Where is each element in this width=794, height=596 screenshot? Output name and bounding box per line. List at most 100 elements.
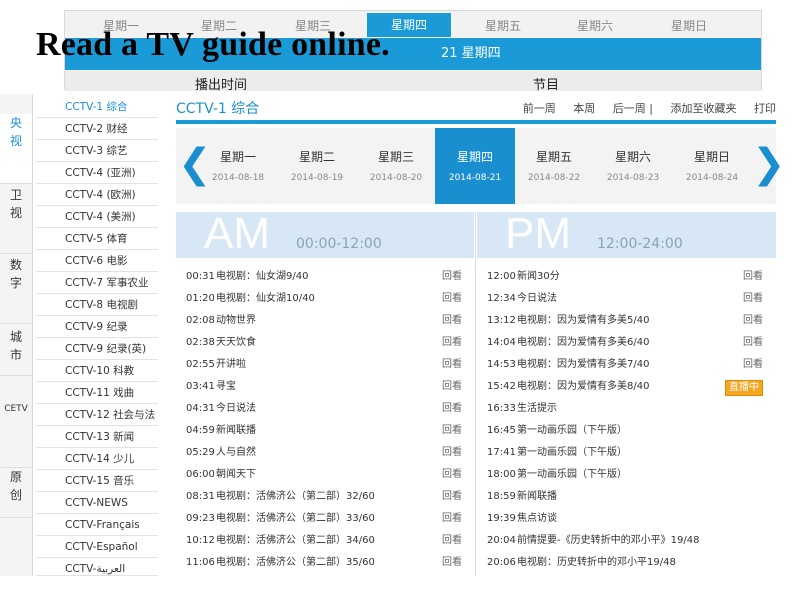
program-name[interactable]: 新闻联播 <box>216 420 256 442</box>
program-time: 19:39 <box>487 513 516 524</box>
outer-tab-sat[interactable]: 星期六 <box>553 14 637 38</box>
channel-item[interactable]: CCTV-6 电影 <box>36 250 158 272</box>
program-name[interactable]: 今日说法 <box>517 288 557 310</box>
program-name[interactable]: 寻宝 <box>216 376 236 398</box>
program-name[interactable]: 新闻30分 <box>517 266 560 288</box>
schedule-row: 09:23 电视剧：活佛济公（第二部）33/60 回看 <box>176 508 472 530</box>
replay-link[interactable]: 回看 <box>442 420 462 442</box>
replay-link[interactable]: 回看 <box>743 310 763 332</box>
next-week-link[interactable]: 后一周 | <box>613 102 653 115</box>
replay-link[interactable]: 回看 <box>442 530 462 552</box>
channel-item[interactable]: CCTV-14 少儿 <box>36 448 158 470</box>
program-name[interactable]: 动物世界 <box>216 310 256 332</box>
replay-link[interactable]: 回看 <box>442 332 462 354</box>
channel-item[interactable]: CCTV-10 科教 <box>36 360 158 382</box>
nav-digital[interactable]: 数字 <box>0 254 32 324</box>
channel-item[interactable]: CCTV-12 社会与法 <box>36 404 158 426</box>
day-thu[interactable]: 星期四 2014-08-21 <box>435 128 515 204</box>
channel-item[interactable]: CCTV-11 戏曲 <box>36 382 158 404</box>
program-name[interactable]: 人与自然 <box>216 442 256 464</box>
program-time: 02:55 <box>186 359 215 370</box>
channel-item[interactable]: CCTV-9 纪录 <box>36 316 158 338</box>
program-name[interactable]: 第一动画乐园（下午版） <box>517 442 627 464</box>
program-name[interactable]: 电视剧：因为爱情有多美5/40 <box>517 310 649 332</box>
program-name[interactable]: 电视剧：仙女湖9/40 <box>216 266 308 288</box>
program-name[interactable]: 焦点访谈 <box>517 508 557 530</box>
replay-link[interactable]: 回看 <box>743 332 763 354</box>
program-name[interactable]: 开讲啦 <box>216 354 246 376</box>
program-name[interactable]: 生活提示 <box>517 398 557 420</box>
channel-item[interactable]: CCTV-7 军事农业 <box>36 272 158 294</box>
nav-satellite[interactable]: 卫视 <box>0 184 32 254</box>
program-name[interactable]: 电视剧：仙女湖10/40 <box>216 288 315 310</box>
replay-link[interactable]: 回看 <box>442 486 462 508</box>
replay-link[interactable]: 回看 <box>442 398 462 420</box>
print-link[interactable]: 打印 <box>754 102 776 115</box>
program-name[interactable]: 电视剧：历史转折中的邓小平19/48 <box>517 552 676 574</box>
replay-link[interactable]: 回看 <box>442 464 462 486</box>
day-wed[interactable]: 星期三 2014-08-20 <box>356 128 436 204</box>
channel-item[interactable]: CCTV-Español <box>36 536 158 558</box>
program-name[interactable]: 天天饮食 <box>216 332 256 354</box>
program-name[interactable]: 电视剧：活佛济公（第二部）32/60 <box>216 486 375 508</box>
channel-item[interactable]: CCTV-4 (欧洲) <box>36 184 158 206</box>
outer-tab-sun[interactable]: 星期日 <box>647 14 731 38</box>
day-sun[interactable]: 星期日 2014-08-24 <box>672 128 752 204</box>
channel-item[interactable]: CCTV-Français <box>36 514 158 536</box>
replay-link[interactable]: 回看 <box>442 310 462 332</box>
day-mon[interactable]: 星期一 2014-08-18 <box>198 128 278 204</box>
add-favorite-link[interactable]: 添加至收藏夹 <box>671 102 737 115</box>
program-name[interactable]: 电视剧：活佛济公（第二部）35/60 <box>216 552 375 574</box>
program-name[interactable]: 电视剧：因为爱情有多美8/40 <box>517 376 649 398</box>
channel-item[interactable]: CCTV-3 综艺 <box>36 140 158 162</box>
replay-link[interactable]: 回看 <box>743 288 763 310</box>
nav-cetv[interactable]: CETV <box>0 376 32 468</box>
prev-week-link[interactable]: 前一周 <box>523 102 556 115</box>
program-name[interactable]: 第一动画乐园（下午版） <box>517 420 627 442</box>
channel-item[interactable]: CCTV-13 新闻 <box>36 426 158 448</box>
channel-item[interactable]: CCTV-8 电视剧 <box>36 294 158 316</box>
schedule-row: 16:45 第一动画乐园（下午版） <box>477 420 773 442</box>
day-fri[interactable]: 星期五 2014-08-22 <box>514 128 594 204</box>
channel-item[interactable]: CCTV-5 体育 <box>36 228 158 250</box>
program-name[interactable]: 今日说法 <box>216 398 256 420</box>
replay-link[interactable]: 回看 <box>743 354 763 376</box>
day-name: 星期一 <box>219 150 256 164</box>
outer-tab-fri[interactable]: 星期五 <box>461 14 545 38</box>
replay-link[interactable]: 回看 <box>442 552 462 574</box>
program-name[interactable]: 电视剧：活佛济公（第二部）34/60 <box>216 530 375 552</box>
nav-city[interactable]: 城市 <box>0 324 32 376</box>
program-name[interactable]: 第一动画乐园（下午版） <box>517 464 627 486</box>
channel-item[interactable]: CCTV-9 纪录(英) <box>36 338 158 360</box>
program-time: 20:04 <box>487 535 516 546</box>
channel-item[interactable]: CCTV-4 (美洲) <box>36 206 158 228</box>
channel-item[interactable]: CCTV-4 (亚洲) <box>36 162 158 184</box>
next-arrow-icon[interactable]: ❯ <box>752 144 786 184</box>
col-program: 节目 <box>533 78 560 93</box>
channel-item[interactable]: CCTV-15 音乐 <box>36 470 158 492</box>
nav-cctv[interactable]: 央视 <box>0 114 32 184</box>
program-name[interactable]: 朝闻天下 <box>216 464 256 486</box>
day-name: 星期日 <box>693 150 730 164</box>
program-name[interactable]: 电视剧：因为爱情有多美6/40 <box>517 332 649 354</box>
program-name[interactable]: 电视剧：因为爱情有多美7/40 <box>517 354 649 376</box>
live-badge[interactable]: 直播中 <box>725 380 763 396</box>
replay-link[interactable]: 回看 <box>442 442 462 464</box>
day-tue[interactable]: 星期二 2014-08-19 <box>277 128 357 204</box>
replay-link[interactable]: 回看 <box>743 266 763 288</box>
nav-original[interactable]: 原创 <box>0 468 32 518</box>
replay-link[interactable]: 回看 <box>442 288 462 310</box>
program-name[interactable]: 电视剧：活佛济公（第二部）33/60 <box>216 508 375 530</box>
replay-link[interactable]: 回看 <box>442 508 462 530</box>
replay-link[interactable]: 回看 <box>442 354 462 376</box>
replay-link[interactable]: 回看 <box>442 376 462 398</box>
day-sat[interactable]: 星期六 2014-08-23 <box>593 128 673 204</box>
channel-item[interactable]: CCTV-2 财经 <box>36 118 158 140</box>
channel-item[interactable]: CCTV-1 综合 <box>36 96 158 118</box>
replay-link[interactable]: 回看 <box>442 266 462 288</box>
channel-item[interactable]: CCTV-NEWS <box>36 492 158 514</box>
program-name[interactable]: 新闻联播 <box>517 486 557 508</box>
this-week-link[interactable]: 本周 <box>573 102 595 115</box>
program-name[interactable]: 前情提要-《历史转折中的邓小平》19/48 <box>517 530 699 552</box>
channel-item[interactable]: CCTV-العربية <box>36 558 158 576</box>
